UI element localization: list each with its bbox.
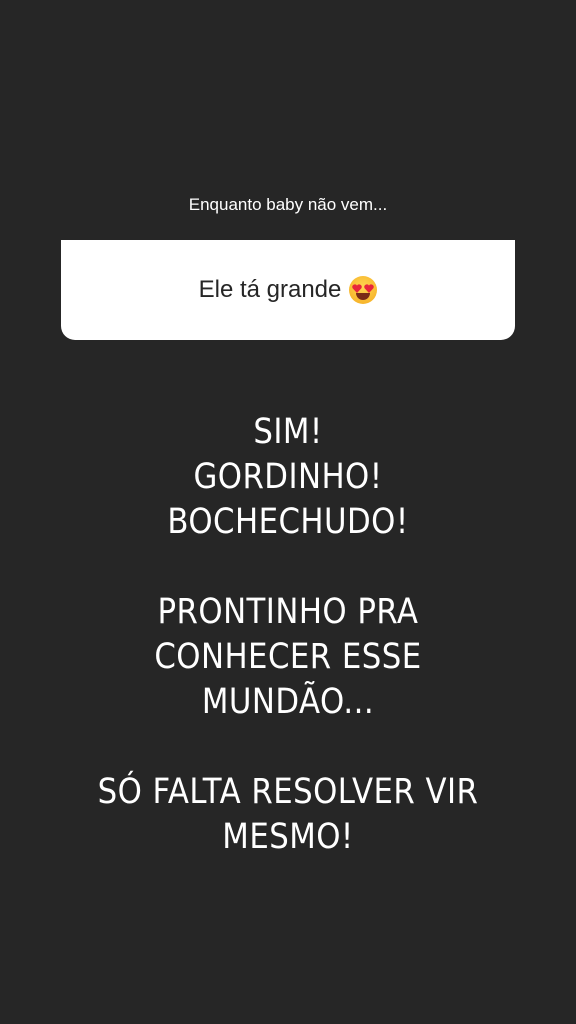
answer-text: Ele tá grande (198, 276, 342, 303)
main-text-line: MESMO! (222, 817, 354, 857)
main-text-line: BOCHECHUDO! (167, 502, 409, 542)
heart-eyes-emoji-icon (349, 276, 378, 304)
question-label: Enquanto baby não vem... (188, 195, 388, 214)
heart-eye-left-icon (352, 284, 363, 293)
main-text-line: SÓ FALTA RESOLVER VIR (97, 772, 479, 812)
main-text-line: MUNDÃO... (201, 682, 375, 722)
main-text-line: PRONTINHO PRA (157, 592, 419, 632)
line-spacer (0, 725, 576, 770)
story-screen: Enquanto baby não vem... Ele tá grande S… (0, 0, 576, 1024)
answer-card: Ele tá grande (61, 240, 515, 340)
main-text-line: GORDINHO! (193, 457, 383, 497)
emoji-mouth (356, 293, 371, 300)
main-text-line: SIM! (253, 412, 323, 452)
story-main-text: SIM! GORDINHO! BOCHECHUDO! PRONTINHO PRA… (0, 410, 576, 860)
line-spacer (0, 545, 576, 590)
heart-eye-right-icon (364, 284, 375, 293)
main-text-line: CONHECER ESSE (154, 637, 422, 677)
